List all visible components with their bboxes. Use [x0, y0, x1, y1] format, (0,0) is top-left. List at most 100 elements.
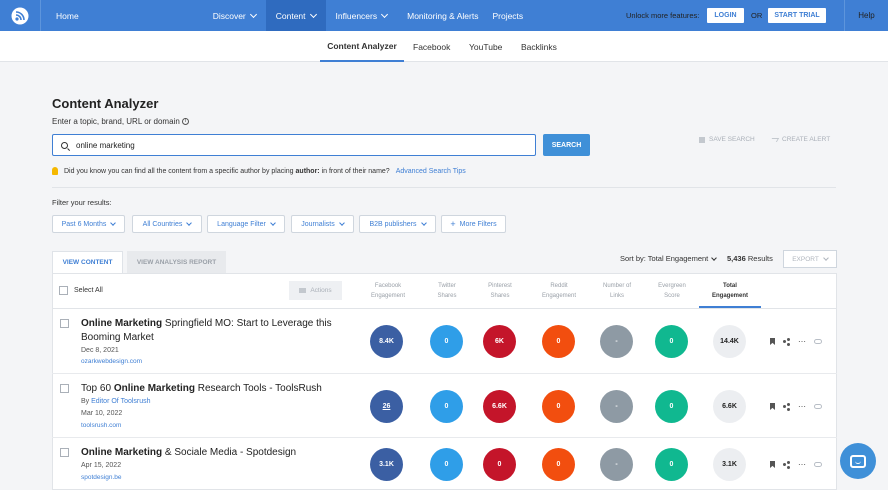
row-date: Mar 10, 2022	[81, 410, 123, 417]
tab-backlinks[interactable]: Backlinks	[521, 31, 557, 62]
bookmark-icon[interactable]	[770, 461, 775, 468]
facebook-engagement-metric[interactable]: 26	[370, 390, 403, 423]
evergreen-score-metric: 0	[655, 325, 688, 358]
advanced-search-tips-link[interactable]: Advanced Search Tips	[396, 168, 466, 175]
row-actions: ⋯	[770, 403, 822, 411]
col-header-line: Shares	[490, 293, 510, 299]
share-icon[interactable]	[783, 338, 790, 345]
col-pinterest-shares[interactable]: Pinterest Shares	[470, 281, 530, 301]
filter-date-label: Past 6 Months	[61, 220, 107, 228]
share-icon[interactable]	[783, 403, 790, 410]
share-icon[interactable]	[783, 461, 790, 468]
or-text: OR	[751, 11, 763, 20]
chevron-down-icon	[420, 220, 427, 226]
table-row: Top 60 Online Marketing Research Tools -…	[52, 374, 837, 438]
col-twitter-shares[interactable]: Twitter Shares	[417, 281, 477, 301]
row-checkbox[interactable]	[60, 384, 69, 393]
create-alert-button[interactable]: CREATE ALERT	[769, 136, 830, 143]
logo-icon[interactable]	[0, 0, 41, 31]
row-checkbox[interactable]	[60, 319, 69, 328]
more-icon[interactable]: ⋯	[798, 403, 806, 411]
start-trial-button[interactable]: START TRIAL	[768, 8, 826, 23]
search-button[interactable]: SEARCH	[543, 134, 590, 156]
row-title-bold: Online Marketing	[113, 383, 195, 394]
row-domain[interactable]: toolsrush.com	[81, 422, 121, 429]
nav-discover[interactable]: Discover	[203, 0, 266, 31]
author-link[interactable]: Editor Of Toolsrush	[91, 398, 150, 405]
row-domain[interactable]: spotdesign.be	[81, 474, 121, 481]
col-header-line: Engagement	[711, 293, 748, 299]
row-title[interactable]: Online Marketing Springfield MO: Start t…	[81, 317, 351, 345]
nav-monitoring[interactable]: Monitoring & Alerts	[397, 0, 488, 31]
chevron-down-icon	[381, 10, 389, 18]
tab-view-analysis-report[interactable]: VIEW ANALYSIS REPORT	[127, 251, 226, 273]
trend-icon	[769, 137, 780, 142]
facebook-engagement-metric[interactable]: 8.4K	[370, 325, 403, 358]
col-reddit-engagement[interactable]: Reddit Engagement	[529, 281, 589, 301]
search-tip: Did you know you can find all the conten…	[52, 167, 466, 175]
results-suffix: Results	[747, 254, 773, 263]
filter-journalists[interactable]: Journalists	[291, 215, 354, 233]
more-filters-button[interactable]: + More Filters	[441, 215, 506, 233]
export-button[interactable]: EXPORT	[783, 250, 837, 268]
tab-content-analyzer[interactable]: Content Analyzer	[320, 31, 404, 62]
bulb-icon	[52, 167, 58, 175]
col-total-engagement[interactable]: Total Engagement	[700, 281, 760, 301]
filter-language-label: Language Filter	[217, 220, 266, 228]
actions-button[interactable]: Actions	[289, 281, 342, 300]
select-all-label: Select All	[74, 287, 103, 294]
more-icon[interactable]: ⋯	[798, 338, 806, 346]
col-header-line: Number of	[602, 283, 631, 289]
tab-view-content[interactable]: VIEW CONTENT	[52, 251, 123, 273]
filter-b2b-label: B2B publishers	[369, 220, 417, 228]
evergreen-score-metric: 0	[655, 390, 688, 423]
row-checkbox[interactable]	[60, 448, 69, 457]
nav-projects[interactable]: Projects	[488, 0, 533, 31]
filter-date[interactable]: Past 6 Months	[52, 215, 125, 233]
tab-facebook[interactable]: Facebook	[413, 31, 450, 62]
bookmark-icon[interactable]	[770, 403, 775, 410]
unlock-text: Unlock more features:	[626, 11, 700, 20]
col-header-line: Links	[609, 293, 624, 299]
info-icon[interactable]: i	[181, 118, 189, 126]
search-input[interactable]	[76, 140, 516, 150]
filter-b2b[interactable]: B2B publishers	[359, 215, 436, 233]
help-link[interactable]: Help	[844, 0, 888, 31]
total-engagement-metric: 6.6K	[713, 390, 746, 423]
chat-button[interactable]	[840, 443, 876, 479]
col-header-line: Total	[723, 283, 737, 289]
facebook-engagement-metric[interactable]: 3.1K	[370, 448, 403, 481]
sub-tabs: Content Analyzer Facebook YouTube Backli…	[0, 31, 888, 62]
filter-country-label: All Countries	[142, 220, 183, 228]
bookmark-icon[interactable]	[770, 338, 775, 345]
tab-youtube[interactable]: YouTube	[469, 31, 502, 62]
tip-text-bold: author:	[295, 167, 320, 175]
filter-country[interactable]: All Countries	[132, 215, 202, 233]
col-evergreen-score[interactable]: Evergreen Score	[642, 281, 702, 301]
search-label: Enter a topic, brand, URL or domain i	[52, 117, 189, 126]
login-button[interactable]: LOGIN	[707, 8, 744, 23]
save-search-button[interactable]: SAVE SEARCH	[699, 136, 755, 143]
nav-influencers-label: Influencers	[335, 10, 378, 21]
col-number-of-links[interactable]: Number of Links	[587, 281, 647, 301]
nav-content[interactable]: Content	[265, 0, 326, 31]
link-icon[interactable]	[814, 462, 822, 467]
nav-influencers[interactable]: Influencers	[326, 0, 398, 31]
chat-icon	[850, 454, 866, 468]
row-title[interactable]: Online Marketing & Sociale Media - Spotd…	[81, 446, 351, 460]
row-title[interactable]: Top 60 Online Marketing Research Tools -…	[81, 382, 351, 396]
col-facebook-engagement[interactable]: Facebook Engagement	[358, 281, 418, 301]
nav-projects-label: Projects	[492, 10, 524, 21]
nav-discover-label: Discover	[212, 10, 246, 21]
link-icon[interactable]	[814, 339, 822, 344]
select-all-checkbox[interactable]	[59, 286, 68, 295]
sort-dropdown[interactable]: Sort by: Total Engagement	[620, 254, 718, 263]
link-icon[interactable]	[814, 404, 822, 409]
chevron-down-icon	[249, 10, 257, 18]
filter-language[interactable]: Language Filter	[207, 215, 285, 233]
row-domain[interactable]: ozarkwebdesign.com	[81, 358, 142, 365]
save-icon	[699, 136, 705, 143]
search-icon	[61, 141, 68, 149]
more-icon[interactable]: ⋯	[798, 461, 806, 469]
nav-home[interactable]: Home	[46, 0, 89, 31]
